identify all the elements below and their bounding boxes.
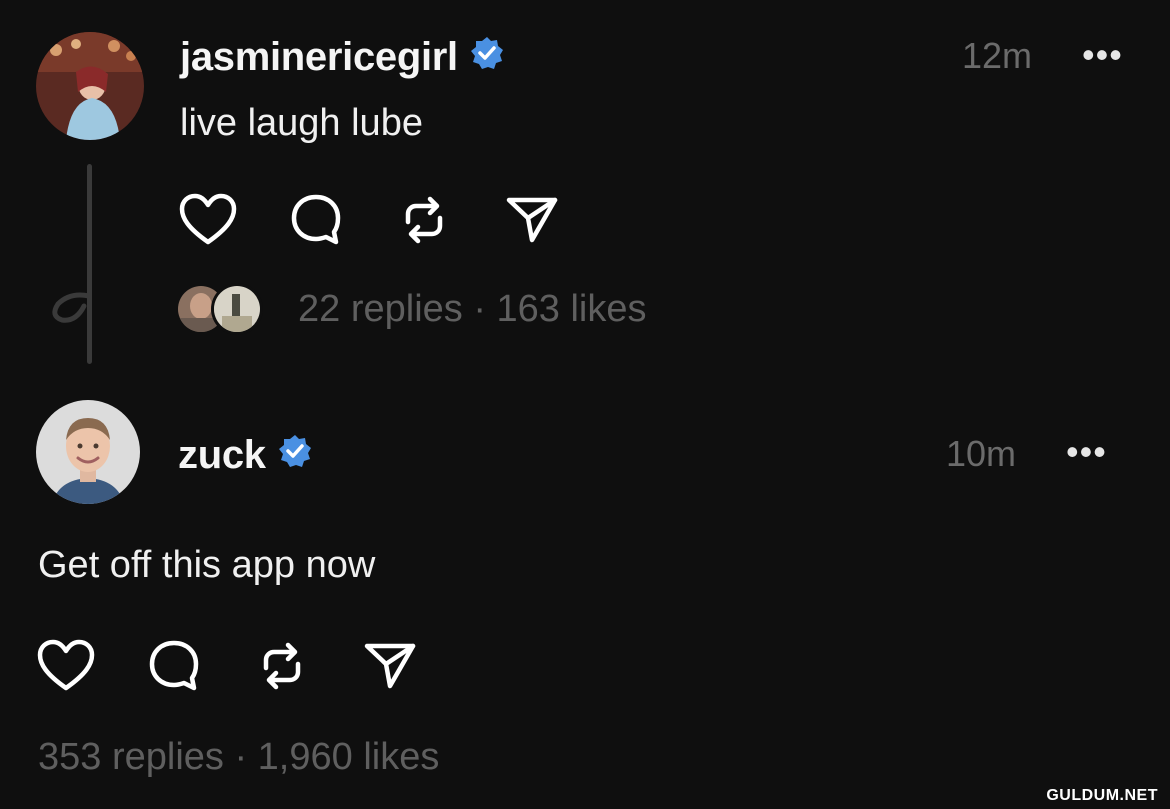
post-username[interactable]: zuck (178, 434, 312, 475)
repost-icon (263, 642, 301, 690)
replier-avatars (178, 286, 270, 332)
verified-badge-icon (278, 434, 312, 475)
reply-button[interactable] (142, 634, 206, 698)
avatar-jasminericegirl[interactable] (36, 32, 144, 140)
repost-button[interactable] (250, 634, 314, 698)
like-button[interactable] (176, 188, 240, 252)
post-stats[interactable]: 353 replies · 1,960 likes (38, 738, 439, 776)
watermark: GULDUM.NET (1046, 787, 1158, 804)
post-timestamp: 10m (946, 433, 1017, 474)
post-timestamp: 12m (962, 35, 1033, 76)
heart-icon (37, 639, 95, 691)
share-button[interactable] (358, 634, 422, 698)
avatar-zuck[interactable] (36, 400, 140, 504)
share-icon (506, 197, 558, 243)
post-stats[interactable]: 22 replies · 163 likes (298, 290, 647, 328)
thread-curl-icon (52, 292, 92, 323)
username-text[interactable]: jasminericegirl (180, 37, 458, 77)
comment-icon (291, 194, 341, 245)
like-button[interactable] (34, 634, 98, 698)
post-action-bar (176, 188, 608, 252)
verified-badge-icon (470, 36, 504, 77)
post-text: live laugh lube (180, 102, 423, 144)
post-text: Get off this app now (38, 544, 376, 586)
more-options-button[interactable]: ••• (1066, 434, 1107, 470)
reply-button[interactable] (284, 188, 348, 252)
replier-avatar (214, 286, 260, 332)
repost-icon (405, 196, 443, 244)
username-text[interactable]: zuck (178, 435, 266, 475)
comment-icon (149, 640, 199, 691)
more-options-button[interactable]: ••• (1082, 37, 1123, 73)
post-username[interactable]: jasminericegirl (180, 36, 504, 77)
share-icon (364, 643, 416, 689)
heart-icon (179, 193, 237, 245)
repost-button[interactable] (392, 188, 456, 252)
post-action-bar (34, 634, 466, 698)
share-button[interactable] (500, 188, 564, 252)
